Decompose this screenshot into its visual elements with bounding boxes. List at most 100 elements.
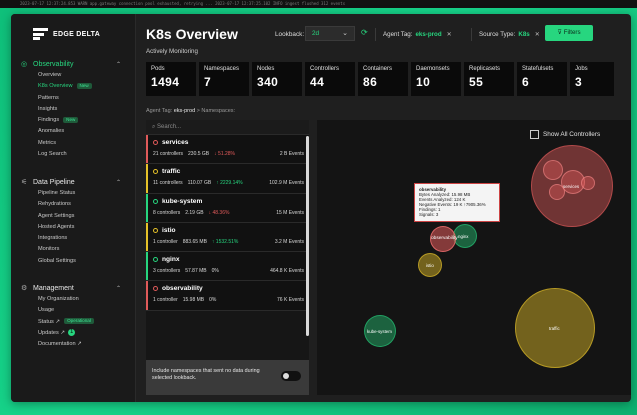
filter-icon: ⊽ <box>557 29 562 36</box>
lookback-value: 2d <box>312 30 320 37</box>
scrollbar[interactable] <box>306 136 309 336</box>
status-bar <box>146 135 148 164</box>
namespace-row-observability[interactable]: observability 1 controller 15.98 MB 0% 76 K … <box>146 281 309 311</box>
namespace-name: observability <box>162 285 203 293</box>
bubble-label-observability: observability <box>431 236 458 241</box>
sidebar-item-agent-settings[interactable]: Agent Settings <box>11 211 135 222</box>
sidebar-item-updates[interactable]: Updates ↗ 1 <box>11 328 135 339</box>
status-ring-icon <box>153 257 158 263</box>
bubble-label-nginx: nginx <box>458 234 469 239</box>
metric-card-statefulsets: Statefulsets 6 <box>517 62 567 96</box>
sidebar-item-log-search[interactable]: Log Search <box>11 149 135 160</box>
controller-count: 3 controllers <box>153 268 181 275</box>
bubble-label-kube-system: kube-system <box>367 329 392 334</box>
sidebar-item-my-organization[interactable]: My Organization <box>11 294 135 305</box>
status-ring-icon <box>153 140 158 145</box>
controller-count: 11 controllers <box>153 180 183 187</box>
namespace-row-istio[interactable]: istio 1 controller 883.65 MB ↑ 1532.51% 3.2 … <box>146 222 309 253</box>
gear-icon: ⚙ <box>21 285 28 292</box>
status-ring-icon <box>153 227 158 233</box>
metric-card-controllers: Controllers 44 <box>305 62 355 96</box>
change-value: ↑ 2229.14% <box>216 180 243 187</box>
status-bar <box>146 193 148 222</box>
sidebar-section-header[interactable]: ⚟ Data Pipeline ⌃ <box>11 176 135 188</box>
namespace-row-services[interactable]: services 21 controllers 230.5 GB ↓ 51.28% 2 … <box>146 135 309 165</box>
search-input[interactable]: ⌕ Search... <box>146 120 309 135</box>
lookback-select[interactable]: 2d ⌄ <box>305 26 355 41</box>
controller-count: 1 controller <box>153 297 178 304</box>
status-bar <box>146 222 148 252</box>
sidebar-section-data-pipeline: ⚟ Data Pipeline ⌃ Pipeline Status Rehydr… <box>11 176 135 267</box>
logo[interactable]: EDGE DELTA <box>33 28 100 40</box>
eye-icon: ◎ <box>21 61 28 68</box>
main-content: K8s Overview Actively Monitoring Lookbac… <box>135 14 631 402</box>
events-value: 76 K Events <box>277 297 304 304</box>
namespace-name: kube-system <box>162 197 203 205</box>
namespace-name: traffic <box>162 168 181 176</box>
sidebar-item-patterns[interactable]: Patterns <box>11 93 135 104</box>
sidebar-item-integrations[interactable]: Integrations <box>11 233 135 244</box>
sidebar-item-pipeline-status[interactable]: Pipeline Status <box>11 188 135 199</box>
change-value: ↓ 51.28% <box>214 151 236 157</box>
metric-card-nodes: Nodes 340 <box>252 62 302 96</box>
sidebar-item-usage[interactable]: Usage <box>11 305 135 316</box>
bubble-label-services: services <box>563 184 580 189</box>
page-subtitle: Actively Monitoring <box>146 48 198 55</box>
include-empty-toggle[interactable] <box>281 371 301 381</box>
sidebar-section-header[interactable]: ⚙ Management ⌃ <box>11 282 135 294</box>
metric-card-namespaces: Namespaces 7 <box>199 62 249 96</box>
sidebar-item-insights[interactable]: Insights <box>11 104 135 115</box>
sidebar-item-overview[interactable]: Overview <box>11 70 135 81</box>
logo-text: EDGE DELTA <box>53 30 101 38</box>
sidebar-item-findings[interactable]: Findings New <box>11 115 135 126</box>
sidebar-item-hosted-agents[interactable]: Hosted Agents <box>11 222 135 233</box>
metric-card-pods: Pods 1494 <box>146 62 196 96</box>
namespace-bubble-graph[interactable]: Show All Controllers services traffic ku… <box>317 120 631 395</box>
sidebar-item-monitors[interactable]: Monitors <box>11 244 135 255</box>
agent-tag-filter[interactable]: Agent Tag: eks-prod ✕ <box>383 31 452 38</box>
filters-button[interactable]: ⊽ Filters <box>545 25 593 41</box>
include-empty-label: Include namespaces that sent no data dur… <box>152 368 260 381</box>
namespace-row-kube-system[interactable]: kube-system 8 controllers 2.19 GB ↓ 48.36% 1… <box>146 193 309 223</box>
metric-card-daemonsets: Daemonsets 10 <box>411 62 461 96</box>
change-value: 0% <box>211 268 219 275</box>
events-value: 2 B Events <box>279 151 304 157</box>
bytes-value: 883.65 MB <box>182 238 207 245</box>
metric-card-containers: Containers 86 <box>358 62 408 96</box>
sidebar-section-management: ⚙ Management ⌃ My Organization Usage Sta… <box>11 282 135 350</box>
source-type-filter[interactable]: Source Type: K8s ✕ <box>479 31 540 38</box>
chevron-up-icon: ⌃ <box>115 61 121 68</box>
sidebar-item-metrics[interactable]: Metrics <box>11 138 135 149</box>
sidebar-section-header[interactable]: ◎ Observability ⌃ <box>11 58 135 70</box>
sidebar-item-global-settings[interactable]: Global Settings <box>11 256 135 267</box>
close-icon[interactable]: ✕ <box>535 31 540 38</box>
status-bar <box>146 164 148 193</box>
show-all-controllers-checkbox[interactable] <box>530 130 539 139</box>
change-value: ↓ 48.36% <box>208 209 230 216</box>
namespace-rows: services 21 controllers 230.5 GB ↓ 51.28% 2 … <box>146 135 309 311</box>
namespace-row-nginx[interactable]: nginx 3 controllers 57.87 MB 0% 464.8 K Even… <box>146 252 309 282</box>
sidebar-item-documentation[interactable]: Documentation ↗ <box>11 339 135 350</box>
sidebar-section-label: Management <box>33 284 74 292</box>
metric-card-replicasets: Replicasets 55 <box>464 62 514 96</box>
show-all-controllers-label: Show All Controllers <box>543 131 601 138</box>
events-value: 15 M Events <box>276 209 304 216</box>
namespace-name: services <box>162 139 189 146</box>
sidebar-item-rehydrations[interactable]: Rehydrations <box>11 199 135 210</box>
sidebar-item-anomalies[interactable]: Anomalies <box>11 126 135 137</box>
bytes-value: 15.98 MB <box>182 297 205 304</box>
background-terminal-strip: 2023-07-17 12:37:24.853 WARN app.gateway… <box>0 0 637 8</box>
terminal-log-text: 2023-07-17 12:37:24.853 WARN app.gateway… <box>20 1 346 6</box>
sidebar-item-k8s-overview[interactable]: K8s Overview New <box>11 81 135 92</box>
status-ring-icon <box>153 286 158 292</box>
metrics-row: Pods 1494 Namespaces 7 Nodes 340 Controller… <box>146 62 614 96</box>
close-icon[interactable]: ✕ <box>447 31 452 38</box>
sidebar-item-status[interactable]: Status ↗ Operational <box>11 317 135 328</box>
refresh-icon[interactable]: ⟳ <box>361 28 368 37</box>
new-badge: New <box>63 116 79 123</box>
namespace-row-traffic[interactable]: traffic 11 controllers 110.07 GB ↑ 2229.14%… <box>146 164 309 194</box>
sidebar-section-label: Observability <box>33 60 74 68</box>
lookback-label: Lookback: <box>275 31 305 38</box>
events-value: 464.8 K Events <box>270 268 304 275</box>
bubble-label-istio: istio <box>426 263 434 268</box>
